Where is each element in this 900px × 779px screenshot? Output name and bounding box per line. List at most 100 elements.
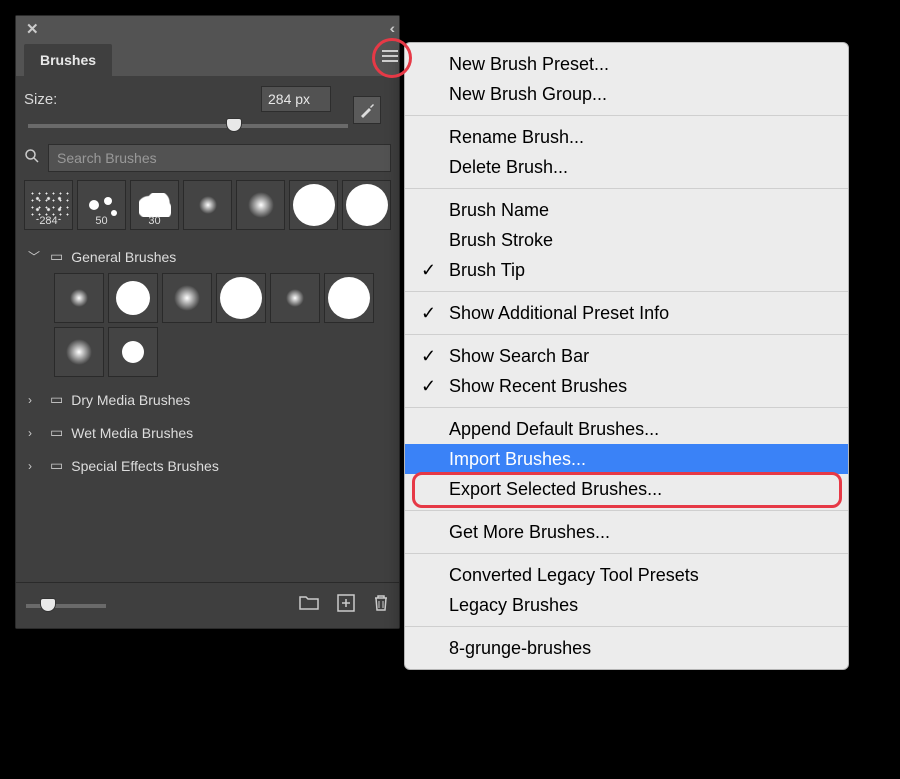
brush-preset[interactable] xyxy=(270,273,320,323)
folder-dry-media[interactable]: › ▭ Dry Media Brushes xyxy=(24,383,391,416)
folder-icon: ▭ xyxy=(50,391,63,408)
menu-item-label: Get More Brushes... xyxy=(449,522,610,542)
check-icon: ✓ xyxy=(421,258,436,282)
brush-grid xyxy=(24,273,391,377)
brush-preset[interactable] xyxy=(54,327,104,377)
menu-item[interactable]: Import Brushes... xyxy=(405,444,848,474)
menu-item[interactable]: Delete Brush... xyxy=(405,152,848,182)
folder-label: Special Effects Brushes xyxy=(71,458,219,474)
folder-label: Wet Media Brushes xyxy=(71,425,193,441)
annotation-circle xyxy=(372,38,412,78)
brush-preset[interactable]: 30 xyxy=(130,180,179,230)
brush-preset[interactable] xyxy=(54,273,104,323)
brush-preset[interactable]: 50 xyxy=(77,180,126,230)
menu-item-label: Brush Tip xyxy=(449,260,525,280)
panel-header: ✕ ‹‹ xyxy=(16,16,399,42)
brush-preset[interactable] xyxy=(236,180,285,230)
brush-preset[interactable] xyxy=(108,273,158,323)
search-icon xyxy=(24,148,42,169)
menu-separator xyxy=(405,510,848,511)
menu-item[interactable]: Brush Name xyxy=(405,195,848,225)
collapse-icon[interactable]: ‹‹ xyxy=(390,20,391,36)
folder-wet-media[interactable]: › ▭ Wet Media Brushes xyxy=(24,416,391,449)
menu-item[interactable]: Converted Legacy Tool Presets xyxy=(405,560,848,590)
size-slider[interactable] xyxy=(28,124,348,128)
folder-icon: ▭ xyxy=(50,248,63,265)
menu-separator xyxy=(405,626,848,627)
menu-item-label: New Brush Preset... xyxy=(449,54,609,74)
chevron-right-icon: › xyxy=(28,459,42,473)
panel-body: Size: 284 50 30 ﹀ xyxy=(16,76,399,628)
slider-thumb[interactable] xyxy=(226,118,242,132)
menu-item-label: Brush Stroke xyxy=(449,230,553,250)
menu-separator xyxy=(405,291,848,292)
menu-item-label: New Brush Group... xyxy=(449,84,607,104)
brush-preset[interactable] xyxy=(162,273,212,323)
new-preset-icon[interactable] xyxy=(337,594,355,617)
folder-general-brushes[interactable]: ﹀ ▭ General Brushes xyxy=(24,240,391,273)
menu-item[interactable]: Append Default Brushes... xyxy=(405,414,848,444)
folder-label: Dry Media Brushes xyxy=(71,392,190,408)
menu-item-label: Legacy Brushes xyxy=(449,595,578,615)
chevron-right-icon: › xyxy=(28,426,42,440)
folder-icon[interactable] xyxy=(299,594,319,617)
slider-thumb[interactable] xyxy=(40,598,56,612)
folder-icon: ▭ xyxy=(50,457,63,474)
menu-item-label: Brush Name xyxy=(449,200,549,220)
folder-icon: ▭ xyxy=(50,424,63,441)
annotation-highlight xyxy=(412,472,842,508)
trash-icon[interactable] xyxy=(373,594,389,617)
menu-item[interactable]: New Brush Group... xyxy=(405,79,848,109)
brush-preset[interactable] xyxy=(183,180,232,230)
search-input[interactable] xyxy=(48,144,391,172)
menu-item[interactable]: New Brush Preset... xyxy=(405,49,848,79)
menu-item[interactable]: ✓ Brush Tip xyxy=(405,255,848,285)
brush-preset[interactable] xyxy=(216,273,266,323)
thumbnail-size-slider[interactable] xyxy=(26,604,106,608)
close-icon[interactable]: ✕ xyxy=(26,20,39,38)
tab-brushes[interactable]: Brushes xyxy=(24,44,112,76)
bottom-bar xyxy=(16,582,399,628)
menu-item[interactable]: Get More Brushes... xyxy=(405,517,848,547)
menu-item[interactable]: Brush Stroke xyxy=(405,225,848,255)
chevron-down-icon: ﹀ xyxy=(28,248,42,265)
brush-size-label: 50 xyxy=(78,215,125,227)
size-input[interactable] xyxy=(261,86,331,112)
menu-item[interactable]: Rename Brush... xyxy=(405,122,848,152)
reset-brush-button[interactable] xyxy=(353,96,381,124)
check-icon: ✓ xyxy=(421,301,436,325)
menu-item[interactable]: Legacy Brushes xyxy=(405,590,848,620)
folder-label: General Brushes xyxy=(71,249,176,265)
menu-item[interactable]: 8-grunge-brushes xyxy=(405,633,848,663)
menu-item[interactable]: ✓ Show Recent Brushes xyxy=(405,371,848,401)
brush-preset[interactable]: 284 xyxy=(24,180,73,230)
menu-item-label: Show Search Bar xyxy=(449,346,589,366)
menu-item-label: Rename Brush... xyxy=(449,127,584,147)
brush-size-label: 284 xyxy=(25,215,72,227)
menu-item-label: Converted Legacy Tool Presets xyxy=(449,565,699,585)
menu-item-label: 8-grunge-brushes xyxy=(449,638,591,658)
brush-icon xyxy=(359,102,375,118)
brush-preset[interactable] xyxy=(108,327,158,377)
brush-preset[interactable] xyxy=(324,273,374,323)
folder-special-effects[interactable]: › ▭ Special Effects Brushes xyxy=(24,449,391,482)
tab-row: Brushes xyxy=(16,42,399,76)
menu-separator xyxy=(405,407,848,408)
menu-separator xyxy=(405,553,848,554)
chevron-right-icon: › xyxy=(28,393,42,407)
check-icon: ✓ xyxy=(421,374,436,398)
menu-separator xyxy=(405,115,848,116)
menu-item-label: Show Recent Brushes xyxy=(449,376,627,396)
brush-preset[interactable] xyxy=(289,180,338,230)
brushes-panel: ✕ ‹‹ Brushes Size: 284 50 30 xyxy=(15,15,400,629)
size-label: Size: xyxy=(24,91,57,108)
menu-item-label: Delete Brush... xyxy=(449,157,568,177)
check-icon: ✓ xyxy=(421,344,436,368)
menu-item[interactable]: ✓ Show Search Bar xyxy=(405,341,848,371)
menu-separator xyxy=(405,188,848,189)
menu-separator xyxy=(405,334,848,335)
menu-item[interactable]: ✓Show Additional Preset Info xyxy=(405,298,848,328)
brush-preset[interactable] xyxy=(342,180,391,230)
recent-brushes: 284 50 30 xyxy=(24,180,391,230)
menu-item-label: Append Default Brushes... xyxy=(449,419,659,439)
